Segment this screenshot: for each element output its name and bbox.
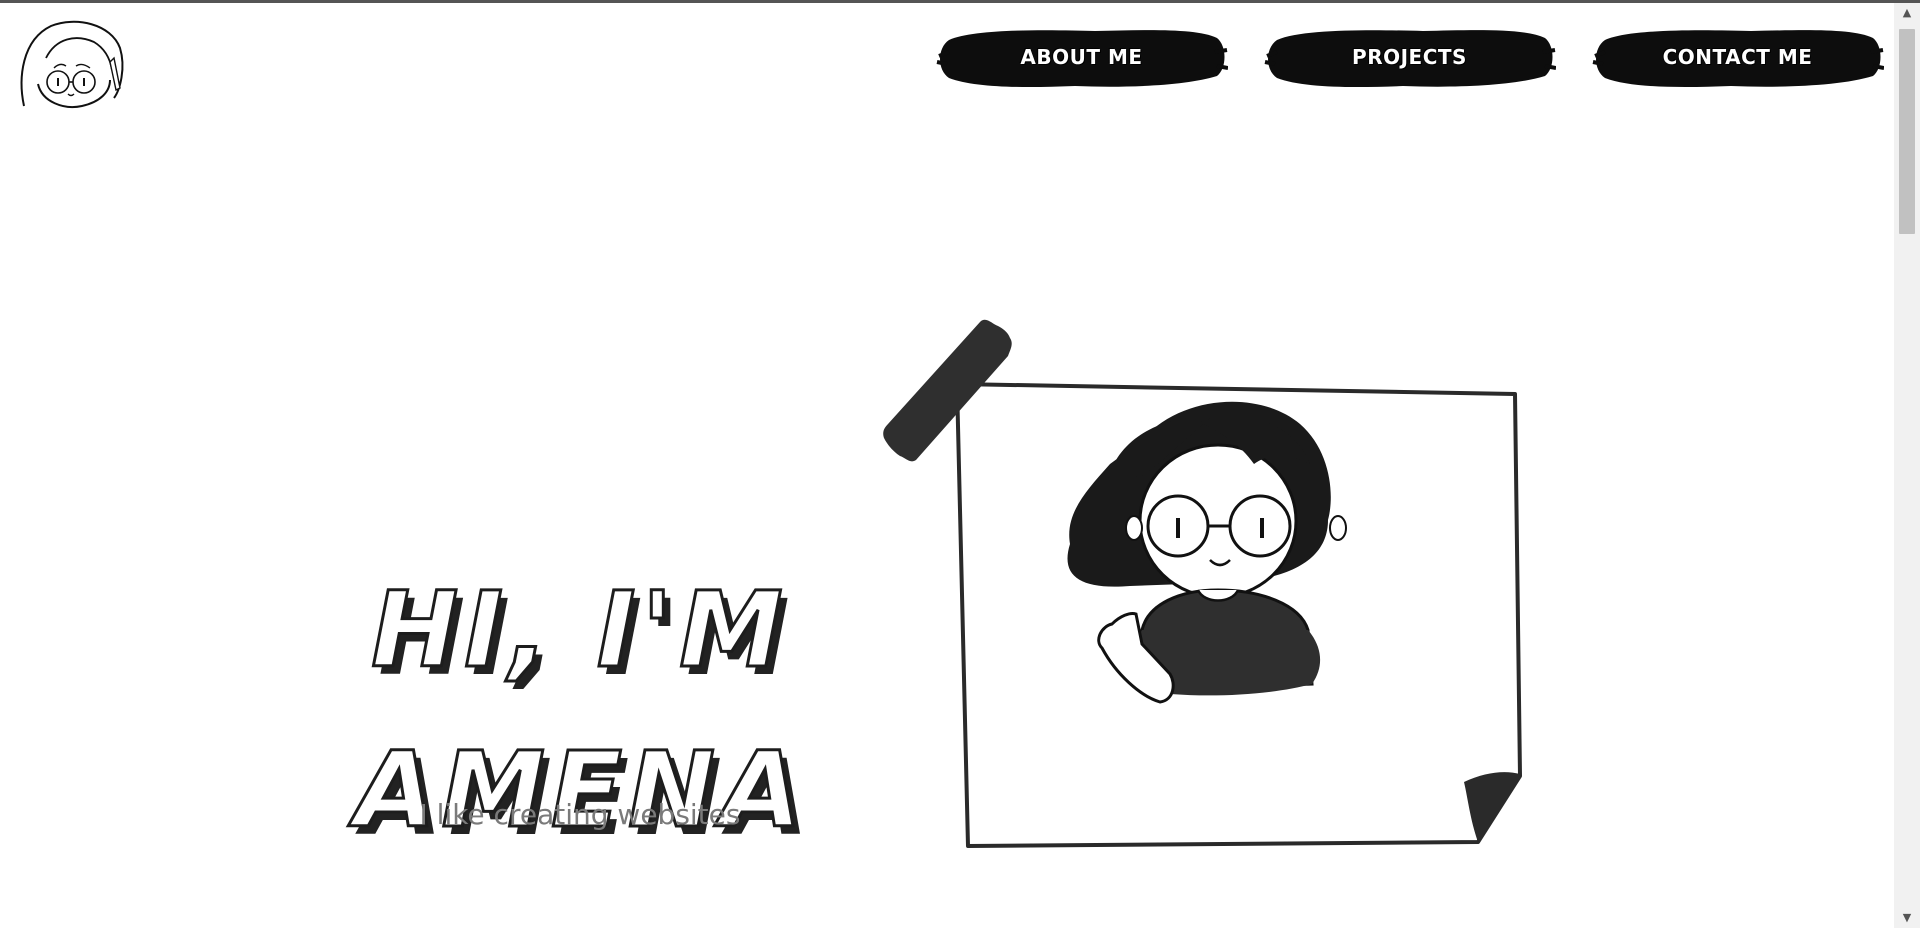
girl-portrait-illustration: [883, 319, 1522, 848]
nav-contact-label: CONTACT ME: [1662, 45, 1813, 69]
scroll-up-arrow-icon[interactable]: ▲: [1894, 3, 1920, 23]
scroll-down-arrow-icon[interactable]: ▼: [1894, 908, 1920, 928]
hero-subtitle: I like creating websites: [419, 798, 741, 831]
scrollbar-thumb[interactable]: [1899, 29, 1915, 234]
page-scrollbar[interactable]: ▲ ▼: [1894, 3, 1920, 928]
nav-projects-button[interactable]: PROJECTS: [1263, 22, 1556, 92]
nav-about-button[interactable]: ABOUT ME: [935, 22, 1228, 92]
hero-title-line2: AMENA: [354, 727, 808, 852]
nav-contact-button[interactable]: CONTACT ME: [1591, 22, 1884, 92]
main-nav: ABOUT ME PROJECTS CONTACT ME: [935, 22, 1884, 92]
hero-title-line1: HI, I'M: [370, 567, 789, 692]
window-top-border: [0, 0, 1920, 3]
girl-face-logo-icon: [20, 20, 124, 108]
nav-about-label: ABOUT ME: [1020, 45, 1143, 69]
site-logo[interactable]: [16, 18, 128, 114]
portrait-card: [880, 314, 1530, 854]
nav-projects-label: PROJECTS: [1352, 45, 1467, 69]
